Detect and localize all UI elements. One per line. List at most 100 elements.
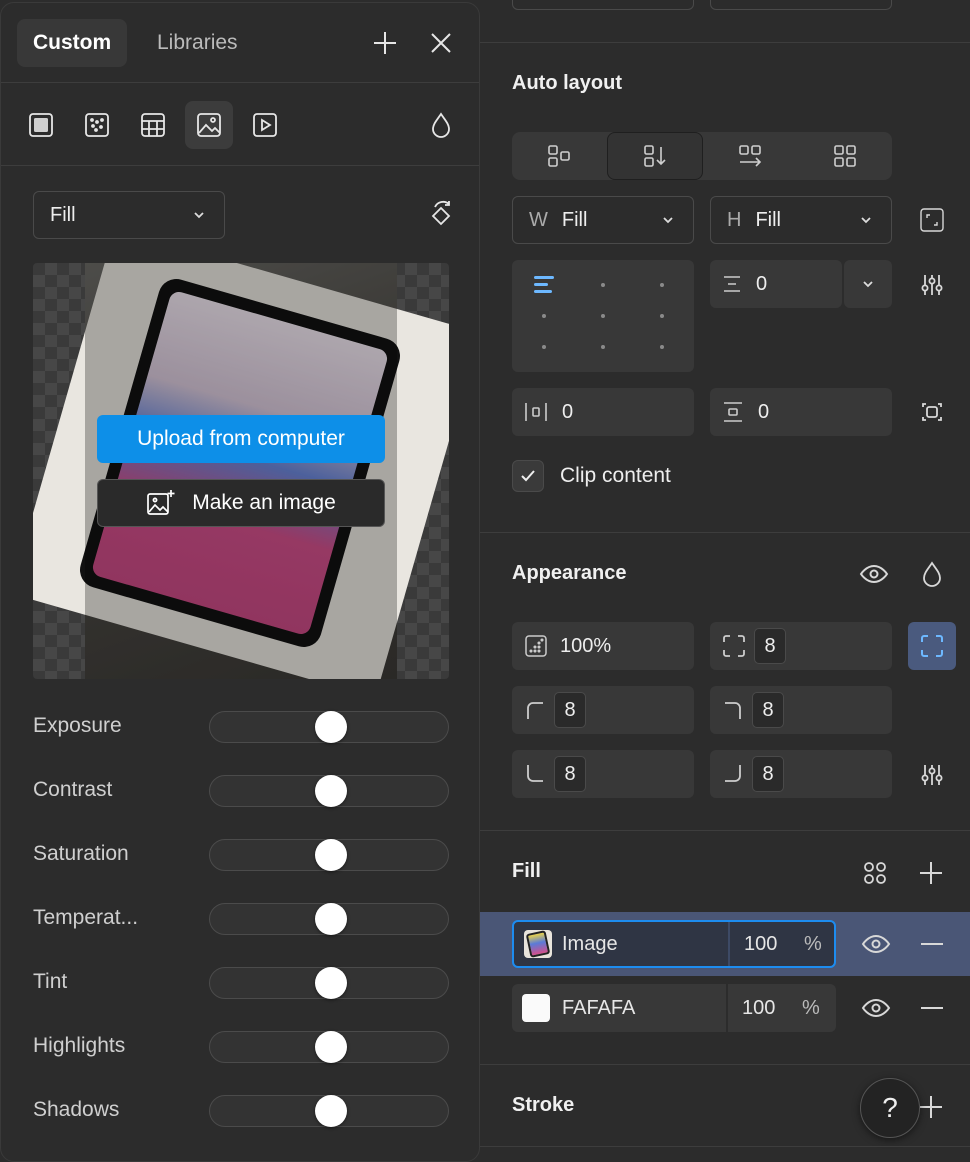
fill-image-opacity[interactable]: 100 [744, 933, 777, 956]
fill-solid-opacity[interactable]: 100 [742, 997, 775, 1020]
add-fill-button[interactable] [916, 858, 946, 888]
tab-libraries[interactable]: Libraries [141, 19, 254, 67]
slider-thumb[interactable] [314, 1095, 347, 1127]
fill-type-pattern[interactable] [129, 101, 177, 149]
adjustment-slider[interactable] [209, 775, 449, 807]
adjustment-slider[interactable] [209, 711, 449, 743]
radius-top-left-field[interactable]: 8 [512, 686, 694, 734]
adjustment-row: Tint [33, 966, 449, 1000]
fill-solid-field[interactable]: FAFAFA 100 % [512, 984, 836, 1032]
top-partial-field[interactable] [512, 0, 694, 10]
layout-direction-control[interactable] [512, 132, 892, 180]
fill-row-solid[interactable]: FAFAFA 100 % [480, 976, 970, 1040]
appearance-settings-button[interactable] [916, 760, 948, 790]
adjustment-slider[interactable] [209, 839, 449, 871]
adjustment-slider[interactable] [209, 1031, 449, 1063]
noise-fill-icon [85, 113, 109, 137]
adjustment-slider[interactable] [209, 1095, 449, 1127]
slider-thumb[interactable] [314, 1031, 347, 1063]
align-top-left-icon[interactable] [534, 276, 554, 293]
align-dot[interactable] [601, 314, 605, 318]
padding-horizontal-field[interactable]: 0 [512, 388, 694, 436]
clip-content-label[interactable]: Clip content [560, 464, 671, 488]
fill-image-visibility[interactable] [860, 930, 892, 958]
clip-content-checkbox[interactable] [512, 460, 544, 492]
layout-free-option[interactable] [512, 132, 607, 180]
image-preview[interactable]: Upload from computer Make an image [33, 263, 449, 679]
tab-custom[interactable]: Custom [17, 19, 128, 67]
radius-bottom-left-value[interactable]: 8 [554, 756, 586, 792]
align-dot[interactable] [601, 345, 605, 349]
layout-grid-option[interactable] [798, 132, 893, 180]
fill-row-image[interactable]: Image 100 % [480, 912, 970, 976]
layout-horizontal-option[interactable] [703, 132, 798, 180]
blend-mode-button[interactable] [916, 558, 948, 590]
alignment-grid[interactable] [512, 260, 694, 372]
fill-image-field[interactable]: Image 100 % [512, 920, 836, 968]
adjustment-slider[interactable] [209, 967, 449, 999]
fill-type-solid[interactable] [17, 101, 65, 149]
slider-thumb[interactable] [314, 903, 347, 935]
fill-picker-popover: Custom Libraries Fill Upload from comput… [0, 2, 480, 1162]
help-button[interactable]: ? [860, 1078, 920, 1138]
corner-radius-field[interactable]: 8 [710, 622, 892, 670]
eye-icon [861, 934, 891, 954]
resize-constraints-button[interactable] [916, 206, 948, 234]
visibility-toggle[interactable] [858, 560, 890, 588]
chevron-down-icon [863, 281, 873, 288]
adjustment-label: Exposure [33, 714, 122, 737]
remove-fill-solid-button[interactable] [916, 994, 948, 1022]
radius-bottom-left-field[interactable]: 8 [512, 750, 694, 798]
radius-top-left-value[interactable]: 8 [554, 692, 586, 728]
top-partial-field-2[interactable] [710, 0, 892, 10]
add-stroke-button[interactable] [916, 1092, 946, 1122]
adjustment-slider[interactable] [209, 903, 449, 935]
fill-type-video[interactable] [241, 101, 289, 149]
slider-thumb[interactable] [314, 711, 347, 743]
divider [480, 1146, 970, 1147]
layout-settings-button[interactable] [916, 270, 948, 300]
align-dot[interactable] [660, 283, 664, 287]
fill-solid-hex[interactable]: FAFAFA [562, 997, 635, 1020]
divider [1, 165, 479, 166]
gap-field[interactable]: 0 [710, 260, 842, 308]
remove-fill-image-button[interactable] [916, 930, 948, 958]
align-dot[interactable] [601, 283, 605, 287]
radius-bottom-right-value[interactable]: 8 [752, 756, 784, 792]
image-mode-select[interactable]: Fill [33, 191, 225, 239]
independent-padding-button[interactable] [916, 398, 948, 426]
align-dot[interactable] [660, 314, 664, 318]
rotate-image-button[interactable] [425, 199, 457, 231]
add-style-button[interactable] [369, 27, 401, 59]
slider-thumb[interactable] [314, 839, 347, 871]
fill-solid-visibility[interactable] [860, 994, 892, 1022]
color-swatch[interactable] [522, 994, 550, 1022]
fill-type-noise[interactable] [73, 101, 121, 149]
slider-thumb[interactable] [314, 775, 347, 807]
gap-dropdown[interactable] [844, 260, 892, 308]
layout-vertical-option[interactable] [606, 132, 703, 180]
fill-title: Fill [512, 860, 541, 882]
close-button[interactable] [425, 27, 457, 59]
height-value: Fill [755, 208, 781, 231]
width-field[interactable]: W Fill [512, 196, 694, 244]
blend-mode-droplet[interactable] [417, 101, 465, 149]
radius-top-right-field[interactable]: 8 [710, 686, 892, 734]
align-dot[interactable] [542, 314, 546, 318]
fill-type-image[interactable] [185, 101, 233, 149]
make-an-image-button[interactable]: Make an image [97, 479, 385, 527]
opacity-field[interactable]: 100% [512, 622, 694, 670]
upload-from-computer-button[interactable]: Upload from computer [97, 415, 385, 463]
independent-corners-button[interactable] [908, 622, 956, 670]
padding-vertical-field[interactable]: 0 [710, 388, 892, 436]
divider [1, 82, 479, 83]
fill-styles-button[interactable] [860, 858, 890, 888]
align-dot[interactable] [542, 345, 546, 349]
slider-thumb[interactable] [314, 967, 347, 999]
height-field[interactable]: H Fill [710, 196, 892, 244]
radius-bottom-right-field[interactable]: 8 [710, 750, 892, 798]
align-dot[interactable] [660, 345, 664, 349]
corner-radius-value[interactable]: 8 [754, 628, 786, 664]
corner-radius-icon [723, 635, 745, 657]
radius-top-right-value[interactable]: 8 [752, 692, 784, 728]
